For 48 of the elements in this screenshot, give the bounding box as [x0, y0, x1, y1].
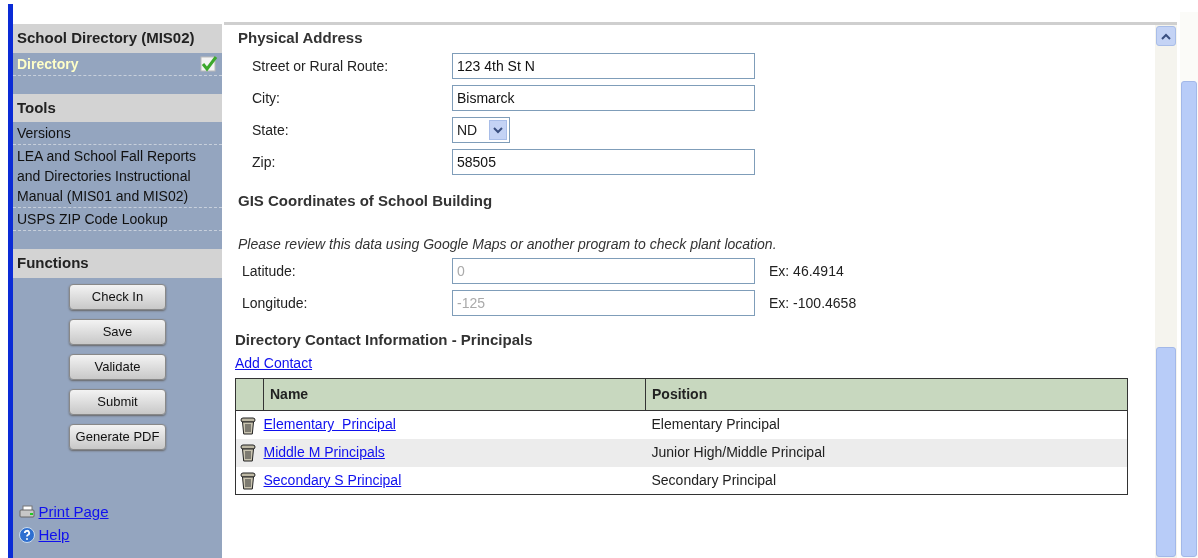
trash-icon[interactable]	[240, 444, 256, 463]
function-button[interactable]: Check In	[69, 283, 166, 310]
help-link[interactable]: Help	[38, 523, 70, 546]
scroll-thumb[interactable]	[1156, 347, 1176, 557]
scroll-thumb[interactable]	[1181, 81, 1197, 557]
input-field[interactable]: 58505	[452, 149, 755, 175]
contact-name-link[interactable]: Secondary S Principal	[263, 471, 402, 488]
field-label: Street or Rural Route:	[251, 56, 390, 76]
field-label: Latitude:	[241, 261, 297, 281]
input-field[interactable]: 123 4th St N	[452, 53, 755, 79]
input-field[interactable]: Bismarck	[452, 85, 755, 111]
chevron-up-icon	[1161, 32, 1171, 40]
position-text: Secondary Principal	[651, 471, 776, 488]
print-link[interactable]: Print Page	[38, 501, 109, 524]
scroll-up-button[interactable]	[1156, 26, 1176, 46]
position-text: Junior High/Middle Principal	[651, 444, 826, 460]
function-button[interactable]: Generate PDF	[69, 423, 166, 450]
section-header: Tools	[13, 93, 222, 122]
function-button[interactable]: Validate	[69, 353, 166, 380]
sidebar-item[interactable]: USPS ZIP Code Lookup	[13, 208, 222, 231]
section-title: Physical Address	[238, 28, 364, 47]
trash-icon[interactable]	[240, 472, 256, 491]
field-label: State:	[251, 120, 290, 140]
example-text: Ex: -100.4658	[769, 293, 857, 313]
caret-icon	[493, 126, 503, 134]
section-header: Functions	[13, 249, 222, 278]
contact-name-link[interactable]: Middle M Principals	[263, 444, 385, 460]
section-title: GIS Coordinates of School Building	[238, 192, 494, 210]
field-label: Zip:	[251, 152, 277, 172]
help-icon	[19, 526, 35, 543]
state-dropdown[interactable]: ND	[452, 117, 510, 143]
sidebar-item[interactable]: Versions	[13, 122, 222, 145]
section-header: School Directory (MIS02)	[13, 24, 222, 53]
trash-icon[interactable]	[240, 416, 256, 435]
add-contact-link[interactable]: Add Contact	[235, 353, 313, 374]
column-header: Name	[263, 378, 646, 411]
example-text: Ex: 46.4914	[769, 261, 844, 281]
section-title: Directory Contact Information - Principals	[235, 331, 534, 349]
function-button[interactable]: Submit	[69, 388, 166, 415]
sidebar-item[interactable]: LEA and School Fall Reports and Directories Instructional Manual (MIS01 and MIS02)	[13, 145, 222, 208]
column-header: Position	[645, 378, 1128, 411]
contact-name-link[interactable]: Elementary Principal	[263, 416, 396, 433]
field-label: City:	[251, 88, 281, 108]
function-button[interactable]: Save	[69, 318, 166, 345]
field-label: Longitude:	[241, 293, 309, 313]
note-text: Please review this data using Google Maps or another program to check plant location.	[238, 235, 778, 254]
position-text: Elementary Principal	[651, 416, 780, 433]
printer-icon	[19, 504, 35, 520]
